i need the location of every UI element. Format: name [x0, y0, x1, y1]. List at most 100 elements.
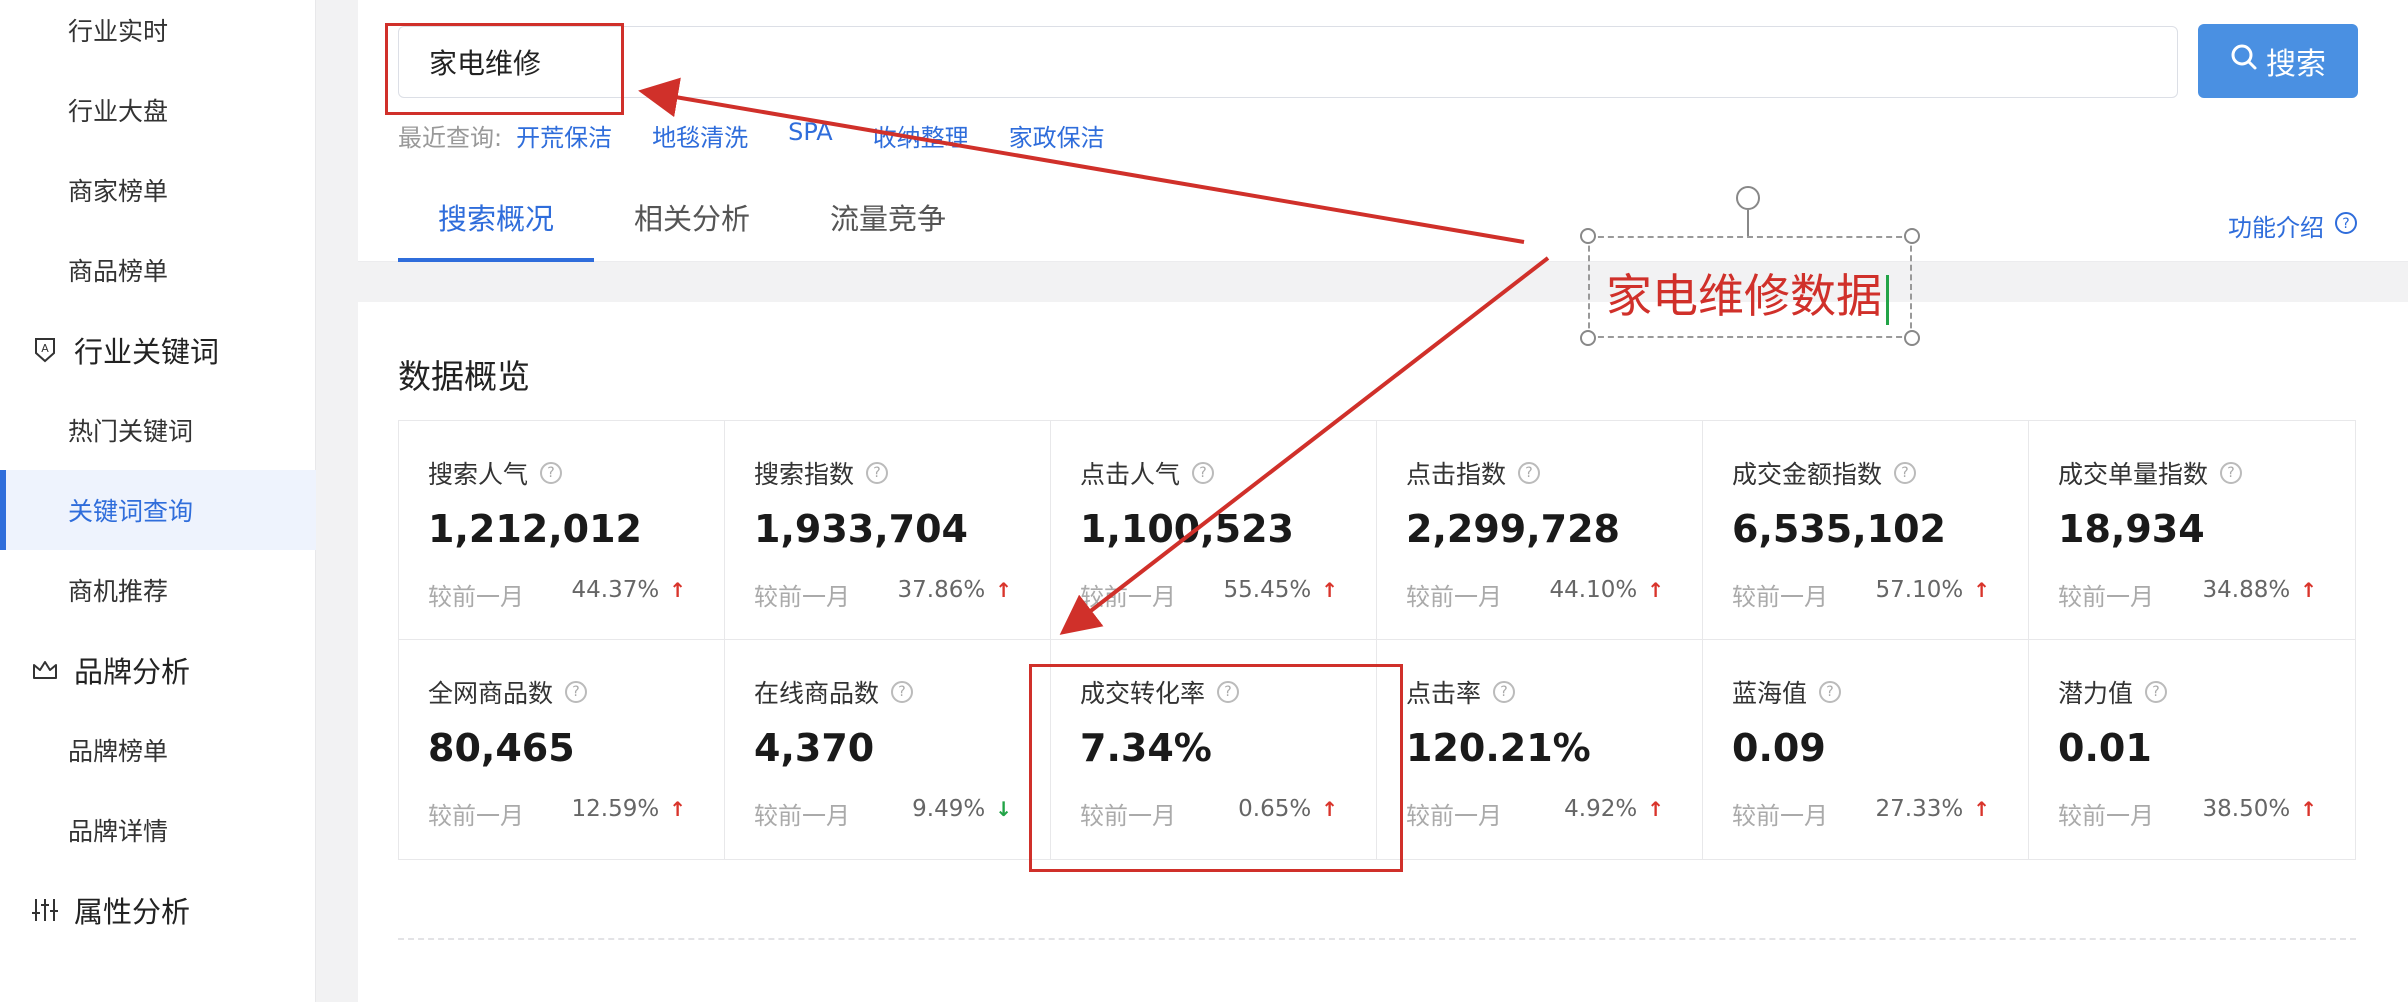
sidebar-group[interactable]: 品牌分析 [0, 630, 316, 710]
recent-queries: 最近查询: 开荒保洁 地毯清洗 SPA 收纳整理 家政保洁 [398, 118, 1145, 153]
metric-change: 57.10% ↑ [1875, 577, 1990, 603]
metric-value: 1,100,523 [1080, 507, 1294, 551]
sidebar-item[interactable]: 关键词查询 [0, 470, 316, 550]
metric-card: 全网商品数? 80,465 较前一月 12.59% ↑ [399, 640, 725, 859]
metric-change: 44.10% ↑ [1549, 577, 1664, 603]
metric-label: 在线商品数? [754, 674, 914, 710]
metric-label: 成交金额指数? [1732, 455, 1917, 491]
sidebar-item-label: 品牌分析 [74, 655, 191, 689]
section-title: 数据概览 [398, 357, 530, 396]
metric-card: 搜索人气? 1,212,012 较前一月 44.37% ↑ [399, 421, 725, 640]
arrow-up-icon: ↑ [669, 578, 686, 602]
search-input[interactable]: 家电维修 [398, 26, 2178, 98]
metric-value: 2,299,728 [1406, 507, 1620, 551]
sidebar-item[interactable]: 品牌榜单 [0, 710, 316, 790]
resize-handle[interactable] [1904, 330, 1920, 346]
help-icon[interactable]: ? [565, 681, 588, 703]
search-button[interactable]: 搜索 [2198, 24, 2358, 98]
help-icon[interactable]: ? [2145, 681, 2168, 703]
sidebar-item[interactable]: 热门关键词 [0, 390, 316, 470]
metric-value: 0.01 [2058, 726, 2152, 770]
resize-handle[interactable] [1904, 228, 1920, 244]
metric-compare-label: 较前一月 [2058, 583, 2154, 611]
metric-compare-label: 较前一月 [754, 802, 850, 830]
arrow-up-icon: ↑ [2300, 578, 2317, 602]
metric-change: 12.59% ↑ [571, 796, 686, 822]
sidebar-item-label: 属性分析 [74, 895, 191, 929]
sidebar-item[interactable]: 行业实时 [0, 0, 316, 70]
annotation-text: 家电维修数据 [1606, 260, 1889, 326]
metric-value: 120.21% [1406, 726, 1591, 770]
recent-query-link[interactable]: 收纳整理 [873, 118, 969, 153]
recent-query-link[interactable]: SPA [788, 118, 833, 153]
tab-traffic-competition[interactable]: 流量竞争 [830, 196, 946, 262]
recent-query-link[interactable]: 开荒保洁 [516, 118, 612, 153]
sidebar-item[interactable]: 商品榜单 [0, 230, 316, 310]
arrow-up-icon: ↑ [2300, 797, 2317, 821]
metric-label: 搜索指数? [754, 455, 889, 491]
metric-card: 点击指数? 2,299,728 较前一月 44.10% ↑ [1377, 421, 1703, 640]
keyword-shield-icon: A [30, 335, 60, 365]
metric-label: 全网商品数? [428, 674, 588, 710]
sidebar-item-label: 行业大盘 [68, 97, 169, 126]
metric-card: 蓝海值? 0.09 较前一月 27.33% ↑ [1703, 640, 2029, 859]
metric-compare-label: 较前一月 [1406, 802, 1502, 830]
metric-value: 18,934 [2058, 507, 2205, 551]
help-icon[interactable]: ? [1894, 462, 1917, 484]
tab-related-analysis[interactable]: 相关分析 [634, 196, 750, 262]
metric-value: 1,212,012 [428, 507, 642, 551]
resize-handle[interactable] [1580, 228, 1596, 244]
help-icon[interactable]: ? [1493, 681, 1516, 703]
arrow-down-icon: ↓ [995, 797, 1012, 821]
metric-card: 成交金额指数? 6,535,102 较前一月 57.10% ↑ [1703, 421, 2029, 640]
metric-change: 37.86% ↑ [897, 577, 1012, 603]
search-card: 家电维修 搜索 最近查询: 开荒保洁 地毯清洗 SPA 收纳整理 家政保洁 搜索… [358, 0, 2408, 262]
sidebar-item-label: 热门关键词 [68, 417, 194, 446]
recent-query-link[interactable]: 家政保洁 [1009, 118, 1105, 153]
sidebar-item[interactable]: 商机推荐 [0, 550, 316, 630]
arrow-up-icon: ↑ [1973, 797, 1990, 821]
metric-change: 4.92% ↑ [1564, 796, 1664, 822]
tab-search-overview[interactable]: 搜索概况 [397, 196, 595, 262]
highlight-box-conversion-rate [1029, 664, 1403, 872]
feature-intro-link[interactable]: 功能介绍 ? [2228, 208, 2358, 243]
search-icon [2230, 43, 2258, 79]
sidebar-item[interactable]: 品牌详情 [0, 790, 316, 870]
metric-label: 搜索人气? [428, 455, 563, 491]
sidebar-group[interactable]: 属性分析 [0, 870, 316, 950]
tab-bar: 搜索概况 相关分析 流量竞争 [397, 196, 1026, 262]
help-icon[interactable]: ? [866, 462, 889, 484]
sidebar-item[interactable]: 行业大盘 [0, 70, 316, 150]
rotate-handle[interactable] [1736, 186, 1760, 210]
highlight-box-search [385, 23, 624, 115]
help-icon[interactable]: ? [2220, 462, 2243, 484]
sidebar-group[interactable]: A 行业关键词 [0, 310, 316, 390]
metric-value: 4,370 [754, 726, 875, 770]
help-icon[interactable]: ? [1518, 462, 1541, 484]
feature-intro-label: 功能介绍 [2228, 214, 2324, 242]
resize-handle[interactable] [1580, 330, 1596, 346]
sidebar-item-label: 商机推荐 [68, 577, 169, 606]
metric-compare-label: 较前一月 [2058, 802, 2154, 830]
metric-card: 点击人气? 1,100,523 较前一月 55.45% ↑ [1051, 421, 1377, 640]
metric-compare-label: 较前一月 [1732, 583, 1828, 611]
help-icon[interactable]: ? [1192, 462, 1215, 484]
arrow-up-icon: ↑ [1973, 578, 1990, 602]
metric-label: 点击指数? [1406, 455, 1541, 491]
sidebar-item-label: 商家榜单 [68, 177, 169, 206]
metric-change: 34.88% ↑ [2202, 577, 2317, 603]
help-icon[interactable]: ? [540, 462, 563, 484]
metric-label: 点击人气? [1080, 455, 1215, 491]
sliders-icon [30, 895, 60, 925]
search-button-label: 搜索 [2266, 47, 2326, 82]
help-icon[interactable]: ? [1819, 681, 1842, 703]
recent-query-link[interactable]: 地毯清洗 [652, 118, 748, 153]
metric-label: 蓝海值? [1732, 674, 1842, 710]
recent-queries-label: 最近查询: [398, 124, 503, 152]
sidebar: 行业实时行业大盘商家榜单商品榜单 A 行业关键词热门关键词关键词查询商机推荐品牌分析… [0, 0, 316, 1002]
metric-value: 0.09 [1732, 726, 1826, 770]
sidebar-item-label: 品牌榜单 [68, 737, 169, 766]
sidebar-item[interactable]: 商家榜单 [0, 150, 316, 230]
metric-card: 搜索指数? 1,933,704 较前一月 37.86% ↑ [725, 421, 1051, 640]
help-icon[interactable]: ? [891, 681, 914, 703]
